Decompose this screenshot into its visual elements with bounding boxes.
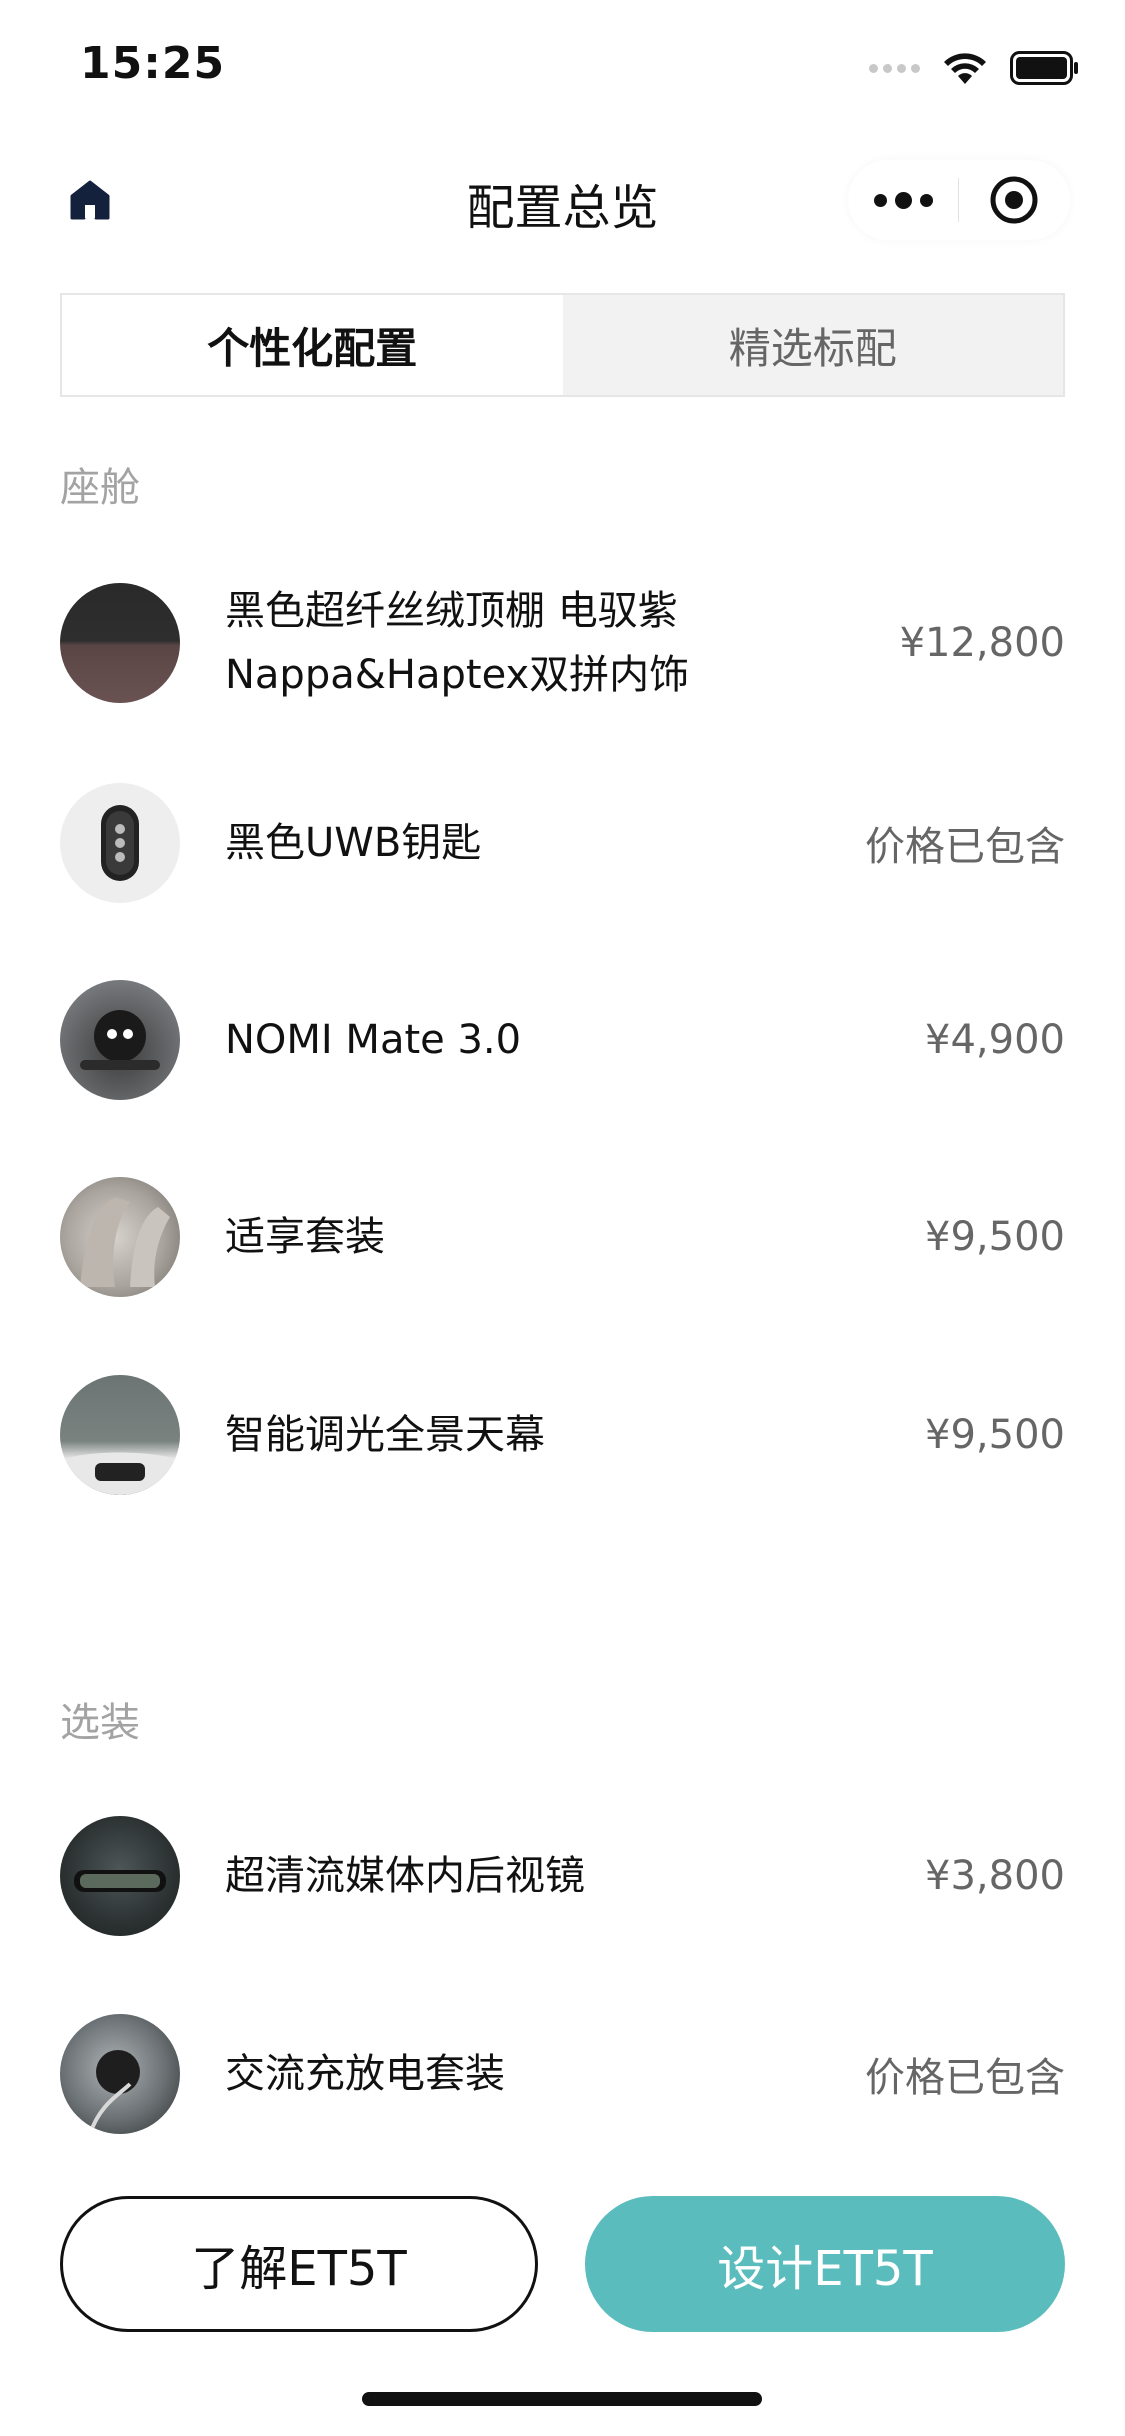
tab-standard-config[interactable]: 精选标配: [563, 295, 1064, 395]
seat-image: [80, 1197, 170, 1287]
close-program-button[interactable]: [959, 160, 1069, 240]
section-label-options: 选装: [60, 1700, 140, 1746]
item-name: 黑色超纤丝绒顶棚 电驭紫 Nappa&Haptex双拼内饰: [225, 588, 690, 698]
item-price: ¥4,900: [925, 1017, 1065, 1063]
target-icon: [990, 176, 1038, 224]
item-thumbnail: [60, 2014, 180, 2134]
nav-bar: 配置总览: [0, 140, 1125, 260]
more-button[interactable]: [848, 160, 958, 240]
home-indicator: [362, 2392, 762, 2406]
item-thumbnail: [60, 1375, 180, 1495]
item-name: 交流充放电套装: [225, 2051, 505, 2097]
key-fob-image: [101, 805, 139, 881]
item-price: 价格已包含: [865, 824, 1065, 870]
item-name: 黑色UWB钥匙: [225, 820, 482, 866]
nomi-image: [80, 1010, 160, 1070]
item-thumbnail: [60, 1816, 180, 1936]
item-thumbnail: [60, 980, 180, 1100]
item-price: ¥9,500: [925, 1412, 1065, 1458]
config-tabs: 个性化配置 精选标配: [60, 293, 1065, 397]
mirror-image: [74, 1870, 166, 1892]
more-dots-icon: [870, 191, 937, 209]
roof-image: [60, 1452, 180, 1495]
charger-image: [88, 2050, 140, 2134]
item-name: 适享套装: [225, 1214, 385, 1260]
item-name: 超清流媒体内后视镜: [225, 1853, 585, 1899]
status-icons: [869, 48, 1080, 88]
list-item[interactable]: 黑色UWB钥匙 价格已包含: [60, 783, 1065, 903]
item-name: NOMI Mate 3.0: [225, 1017, 522, 1063]
item-thumbnail: [60, 583, 180, 703]
status-time: 15:25: [80, 38, 226, 89]
item-price: ¥9,500: [925, 1214, 1065, 1260]
tab-personalized-config[interactable]: 个性化配置: [62, 295, 563, 395]
item-thumbnail: [60, 1177, 180, 1297]
item-name: 智能调光全景天幕: [225, 1412, 545, 1458]
learn-et5t-button[interactable]: 了解ET5T: [60, 2196, 538, 2332]
design-et5t-button[interactable]: 设计ET5T: [585, 2196, 1065, 2332]
wifi-icon: [942, 50, 988, 86]
list-item[interactable]: 超清流媒体内后视镜 ¥3,800: [60, 1816, 1065, 1936]
status-bar: 15:25: [0, 0, 1125, 140]
item-price: ¥3,800: [925, 1853, 1065, 1899]
list-item[interactable]: 黑色超纤丝绒顶棚 电驭紫 Nappa&Haptex双拼内饰 ¥12,800: [60, 583, 1065, 703]
list-item[interactable]: NOMI Mate 3.0 ¥4,900: [60, 980, 1065, 1100]
item-price: 价格已包含: [865, 2055, 1065, 2101]
mini-program-capsule: [848, 160, 1070, 240]
section-label-cabin: 座舱: [60, 465, 140, 511]
item-price: ¥12,800: [899, 620, 1065, 666]
list-item[interactable]: 交流充放电套装 价格已包含: [60, 2014, 1065, 2134]
cellular-signal-icon: [869, 63, 920, 73]
list-item[interactable]: 智能调光全景天幕 ¥9,500: [60, 1375, 1065, 1495]
battery-icon: [1010, 51, 1080, 85]
list-item[interactable]: 适享套装 ¥9,500: [60, 1177, 1065, 1297]
item-thumbnail: [60, 783, 180, 903]
